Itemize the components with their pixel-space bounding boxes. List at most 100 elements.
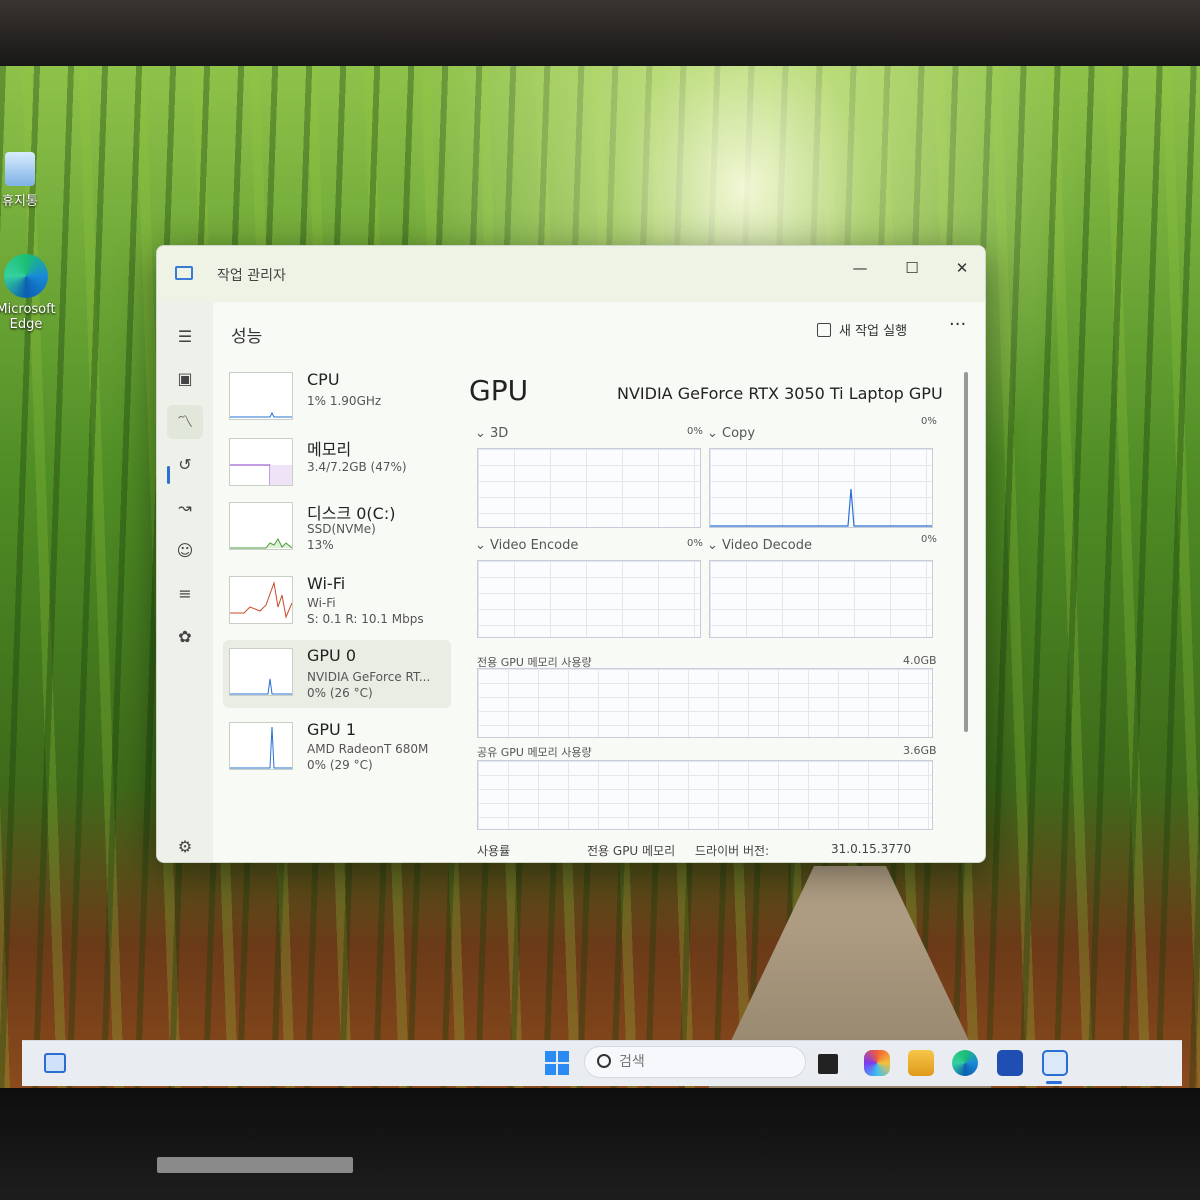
task-manager-taskbar-icon[interactable] — [1042, 1050, 1068, 1076]
device-item-gpu0[interactable]: GPU 0 NVIDIA GeForce RT... 0% (26 °C) — [223, 640, 451, 708]
gpu1-thumbnail-graph — [229, 722, 293, 770]
gpu1-thumbnail-line — [230, 726, 292, 769]
device-sub: Wi-Fi — [307, 596, 336, 610]
main-panel: 성능 새 작업 실행 ··· CPU 1% 1.90GHz 메모리 3.4/7.… — [213, 302, 985, 862]
shared-memory-graph — [477, 760, 933, 830]
performance-icon[interactable]: 〽 — [167, 405, 203, 439]
microsoft-store-icon[interactable] — [997, 1050, 1023, 1076]
engine-video-encode-selector[interactable]: ⌄ Video Encode — [475, 538, 578, 553]
active-app-indicator — [1046, 1081, 1062, 1084]
details-icon[interactable]: ≡ — [167, 577, 203, 611]
device-name: GPU 1 — [307, 720, 357, 739]
device-name: 메모리 — [307, 440, 352, 459]
desktop-icon-edge[interactable]: Microsoft Edge — [0, 254, 56, 332]
device-sub: 3.4/7.2GB (47%) — [307, 460, 407, 474]
driver-version-value: 31.0.15.3770 — [831, 842, 912, 856]
app-history-icon[interactable]: ↺ — [167, 448, 203, 482]
run-new-task-button[interactable]: 새 작업 실행 — [817, 320, 907, 339]
recycle-bin-icon — [5, 152, 35, 186]
window-title: 작업 관리자 — [217, 268, 286, 284]
detail-scrollbar[interactable] — [964, 372, 968, 732]
close-button[interactable]: ✕ — [939, 254, 985, 282]
device-item-wifi[interactable]: Wi-Fi Wi-Fi S: 0.1 R: 10.1 Mbps — [223, 568, 451, 636]
device-frame: 휴지통 Microsoft Edge 작업 관리자 — ☐ ✕ ☰ ▣ 〽 ↺ … — [0, 0, 1200, 1200]
engine-3d-selector[interactable]: ⌄ 3D — [475, 426, 508, 441]
device-item-gpu1[interactable]: GPU 1 AMD RadeonT 680M 0% (29 °C) — [223, 714, 451, 782]
device-name: GPU 0 — [307, 646, 357, 665]
processes-icon[interactable]: ▣ — [167, 362, 203, 396]
settings-gear-icon[interactable]: ⚙ — [167, 830, 203, 862]
wifi-thumbnail-graph — [229, 576, 293, 624]
run-task-label: 새 작업 실행 — [839, 324, 908, 339]
more-options-button[interactable]: ··· — [949, 314, 966, 335]
start-button-windows-icon[interactable] — [545, 1051, 569, 1075]
desktop-icon-recycle-bin[interactable]: 휴지통 — [0, 152, 40, 209]
device-sub: 1% 1.90GHz — [307, 394, 382, 408]
services-icon[interactable]: ✿ — [167, 620, 203, 654]
shared-memory-max: 3.6GB — [903, 744, 937, 757]
engine-3d-graph — [477, 448, 701, 528]
nav-rail: ☰ ▣ 〽 ↺ ↝ ☺ ≡ ✿ ⚙ — [157, 302, 213, 862]
engine-label: Video Decode — [722, 538, 812, 553]
title-bar[interactable]: 작업 관리자 — ☐ ✕ — [157, 246, 985, 302]
gpu-model-name: NVIDIA GeForce RTX 3050 Ti Laptop GPU — [617, 384, 943, 403]
device-sub: S: 0.1 R: 10.1 Mbps — [307, 612, 424, 626]
widgets-icon[interactable] — [44, 1053, 66, 1073]
engine-value: 0% — [687, 426, 703, 437]
users-icon[interactable]: ☺ — [167, 534, 203, 568]
maximize-button[interactable]: ☐ — [889, 254, 935, 282]
task-manager-window: 작업 관리자 — ☐ ✕ ☰ ▣ 〽 ↺ ↝ ☺ ≡ ✿ ⚙ 성능 새 작업 실… — [156, 245, 986, 863]
engine-label: Video Encode — [490, 538, 579, 553]
device-name: CPU — [307, 370, 340, 389]
edge-browser-icon[interactable] — [952, 1050, 978, 1076]
engine-copy-selector[interactable]: ⌄ Copy — [707, 426, 755, 441]
memory-thumbnail-fill — [230, 464, 292, 485]
copy-spike-line — [710, 488, 932, 527]
engine-value: 0% — [687, 538, 703, 549]
copilot-icon[interactable] — [864, 1050, 890, 1076]
engine-video-decode-selector[interactable]: ⌄ Video Decode — [707, 538, 812, 553]
dedicated-memory-footer-label: 전용 GPU 메모리 — [587, 844, 676, 858]
desktop-icon-label: Microsoft Edge — [0, 302, 56, 332]
desktop-icon-label: 휴지통 — [2, 194, 38, 209]
dedicated-memory-max: 4.0GB — [903, 654, 937, 667]
hamburger-menu-icon[interactable]: ☰ — [167, 320, 203, 354]
device-sub: AMD RadeonT 680M — [307, 742, 429, 756]
bezel-top — [0, 0, 1200, 70]
device-item-disk[interactable]: 디스크 0(C:) SSD(NVMe) 13% — [223, 494, 451, 562]
usage-label: 사용률 — [477, 844, 511, 858]
edge-icon — [4, 254, 48, 298]
taskbar — [22, 1040, 1182, 1086]
dedicated-memory-graph — [477, 668, 933, 738]
device-item-cpu[interactable]: CPU 1% 1.90GHz — [223, 364, 451, 432]
cpu-thumbnail-line — [230, 411, 292, 418]
search-icon — [597, 1054, 611, 1068]
device-sub: NVIDIA GeForce RT... — [307, 670, 431, 684]
device-sub: SSD(NVMe) — [307, 522, 376, 536]
bezel-bottom — [0, 1088, 1200, 1200]
device-sub: 0% (26 °C) — [307, 686, 373, 700]
new-task-icon — [817, 323, 831, 337]
startup-apps-icon[interactable]: ↝ — [167, 491, 203, 525]
detail-title: GPU — [469, 374, 529, 407]
taskbar-search[interactable] — [584, 1046, 806, 1078]
task-manager-app-icon — [175, 266, 193, 280]
engine-video-decode-graph — [709, 560, 933, 638]
shared-memory-label: 공유 GPU 메모리 사용량 — [477, 746, 592, 759]
search-input[interactable] — [619, 1052, 789, 1072]
device-sub: 0% (29 °C) — [307, 758, 373, 772]
gpu0-thumbnail-line — [230, 678, 292, 695]
engine-value: 0% — [921, 416, 937, 427]
engine-value: 0% — [921, 534, 937, 545]
driver-version-label: 드라이버 버전: — [695, 844, 770, 858]
device-sub: 13% — [307, 538, 334, 552]
engine-copy-graph — [709, 448, 933, 528]
device-item-memory[interactable]: 메모리 3.4/7.2GB (47%) — [223, 430, 451, 498]
task-view-icon[interactable] — [818, 1054, 838, 1074]
device-name: Wi-Fi — [307, 574, 346, 593]
reflection-strip — [157, 1157, 353, 1173]
cpu-thumbnail-graph — [229, 372, 293, 420]
minimize-button[interactable]: — — [837, 254, 883, 282]
file-explorer-icon[interactable] — [908, 1050, 934, 1076]
engine-label: 3D — [490, 426, 509, 441]
